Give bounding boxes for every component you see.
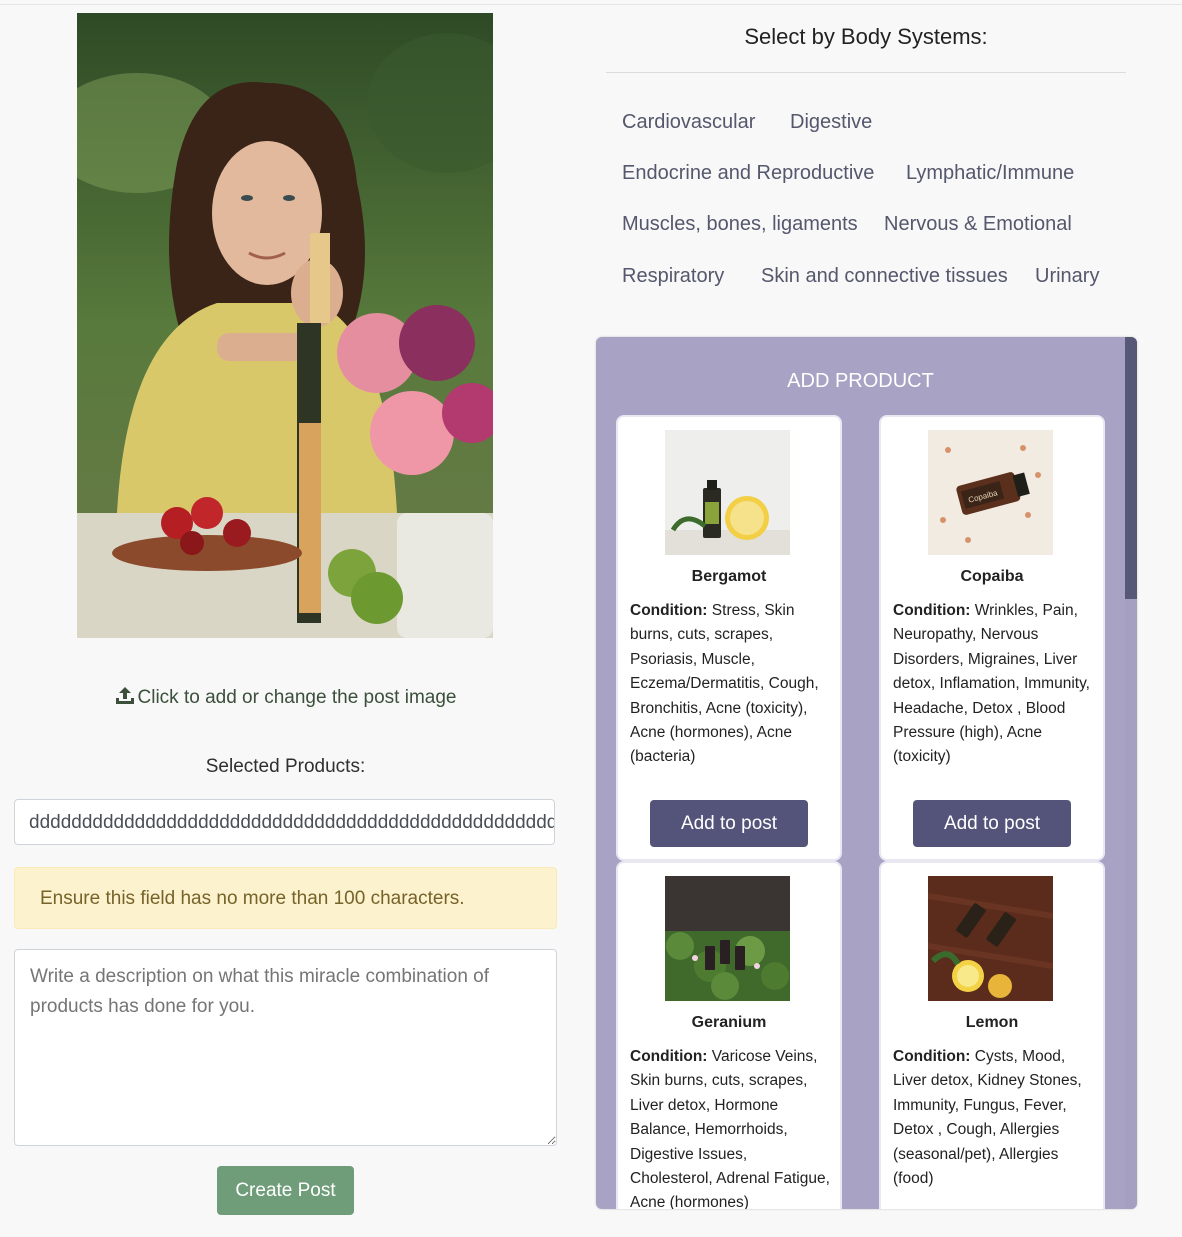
body-system-urinary[interactable]: Urinary — [1035, 265, 1099, 288]
body-system-muscles[interactable]: Muscles, bones, ligaments — [622, 213, 858, 236]
body-system-skin[interactable]: Skin and connective tissues — [761, 265, 1008, 288]
body-system-digestive[interactable]: Digestive — [790, 111, 872, 134]
product-card: Bergamot Condition: Stress, Skin burns, … — [616, 415, 842, 861]
product-name: Lemon — [965, 1014, 1019, 1031]
product-conditions: Condition: Stress, Skin burns, cuts, scr… — [630, 599, 830, 770]
product-name: Bergamot — [691, 568, 767, 585]
top-divider — [0, 4, 1182, 5]
panel-scrollbar-thumb[interactable] — [1125, 337, 1137, 599]
product-image-bergamot — [665, 430, 790, 555]
body-system-cardiovascular[interactable]: Cardiovascular — [622, 111, 755, 134]
product-card: Geranium Condition: Varicose Veins, Skin… — [616, 861, 842, 1209]
selected-products-label: Selected Products: — [205, 756, 366, 777]
condition-text: Varicose Veins, Skin burns, cuts, scrape… — [630, 1048, 830, 1209]
add-to-post-button[interactable]: Add to post — [913, 800, 1071, 847]
product-image-geranium — [665, 876, 790, 1001]
product-conditions: Condition: Cysts, Mood, Liver detox, Kid… — [893, 1045, 1093, 1191]
add-product-title: ADD PRODUCT — [787, 370, 934, 392]
product-image-lemon — [928, 876, 1053, 1001]
product-conditions: Condition: Varicose Veins, Skin burns, c… — [630, 1045, 830, 1209]
upload-icon — [115, 686, 135, 712]
validation-warning: Ensure this field has no more than 100 c… — [14, 867, 557, 929]
add-to-post-button[interactable]: Add to post — [650, 800, 808, 847]
body-system-respiratory[interactable]: Respiratory — [622, 265, 724, 288]
change-image-label: Click to add or change the post image — [137, 687, 457, 708]
condition-label: Condition: — [893, 602, 971, 619]
condition-label: Condition: — [630, 1048, 708, 1065]
product-card: Lemon Condition: Cysts, Mood, Liver deto… — [879, 861, 1105, 1209]
description-field[interactable] — [14, 949, 557, 1146]
panel-scrollbar[interactable] — [1125, 337, 1137, 1209]
product-image-copaiba: Copaiba — [928, 430, 1053, 555]
product-name: Geranium — [691, 1014, 767, 1031]
condition-text: Wrinkles, Pain, Neuropathy, Nervous Diso… — [893, 602, 1090, 766]
product-name: Copaiba — [960, 568, 1024, 585]
change-image-link[interactable]: Click to add or change the post image — [0, 686, 571, 712]
product-card: Copaiba Copaiba Condition: Wrinkles, Pai… — [879, 415, 1105, 861]
product-conditions: Condition: Wrinkles, Pain, Neuropathy, N… — [893, 599, 1093, 770]
body-system-nervous[interactable]: Nervous & Emotional — [884, 213, 1072, 236]
body-systems-divider — [606, 72, 1126, 73]
add-product-panel: ADD PRODUCT Bergamot Condition: Stress, … — [596, 337, 1137, 1209]
post-image[interactable] — [77, 13, 493, 638]
selected-products-input[interactable]: dddddddddddddddddddddddddddddddddddddddd… — [14, 799, 555, 845]
body-system-lymphatic[interactable]: Lymphatic/Immune — [906, 162, 1074, 185]
condition-text: Stress, Skin burns, cuts, scrapes, Psori… — [630, 602, 819, 766]
body-system-endocrine[interactable]: Endocrine and Reproductive — [622, 162, 874, 185]
condition-text: Cysts, Mood, Liver detox, Kidney Stones,… — [893, 1048, 1082, 1188]
create-post-button[interactable]: Create Post — [217, 1166, 354, 1215]
condition-label: Condition: — [893, 1048, 971, 1065]
body-systems-title: Select by Body Systems: — [744, 24, 988, 49]
condition-label: Condition: — [630, 602, 708, 619]
